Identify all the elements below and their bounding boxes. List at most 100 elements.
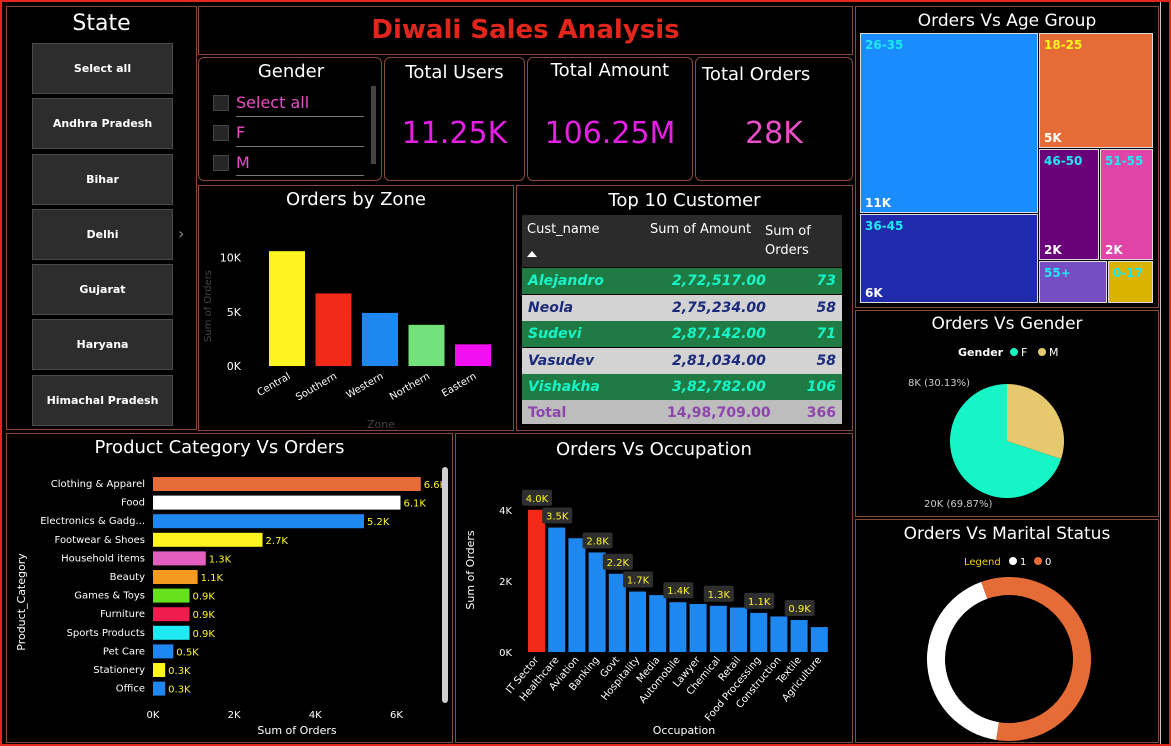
- data-label: 4.0K: [526, 494, 549, 505]
- product-category-chart: Clothing & Apparel 6.6KFood 6.1KElectronic…: [15, 477, 447, 737]
- slicer-scrollbar[interactable]: [371, 86, 376, 164]
- gender-pie-chart: Gender F M 20K (69.87%) 8K (30.13%): [908, 346, 1064, 510]
- occupation-bar: [709, 605, 727, 652]
- state-item-himachal-pradesh[interactable]: Himachal Pradesh: [32, 375, 173, 426]
- legend-marker: [1010, 348, 1018, 356]
- state-item-select-all[interactable]: Select all: [32, 43, 173, 94]
- treemap-tile-value: 5K: [1044, 131, 1062, 145]
- zone-bar: [408, 324, 445, 366]
- data-label: 0.9K: [193, 592, 216, 603]
- donut-slice: [927, 581, 999, 740]
- treemap-tile-label: 36-45: [865, 219, 904, 233]
- table-row[interactable]: Sudevi 2,87,142.00 71: [522, 321, 842, 347]
- category-bar: [153, 681, 166, 696]
- treemap-tile[interactable]: 36-45 6K: [860, 214, 1038, 303]
- data-label: 1.1K: [201, 573, 224, 584]
- checkbox-f[interactable]: [213, 125, 229, 141]
- table-header: Cust_name Sum of Amount Sum of Orders: [522, 215, 842, 267]
- total-amount-card: Total Amount 106.25M: [527, 57, 693, 181]
- gender-option-select-all-row: Select all: [211, 93, 371, 115]
- treemap-tile-value: 2K: [1105, 243, 1123, 257]
- amount-cell: 3,82,782.00: [672, 379, 766, 395]
- state-item-delhi[interactable]: Delhi: [32, 209, 173, 260]
- gender-slicer-title: Gender: [257, 61, 325, 82]
- treemap-tile[interactable]: 18-25 5K: [1039, 33, 1153, 148]
- treemap-tile[interactable]: 46-50 2K: [1039, 149, 1099, 260]
- state-item-gujarat[interactable]: Gujarat: [32, 264, 173, 315]
- total-users-card: Total Users 11.25K: [384, 57, 525, 181]
- zone-chart-title: Orders by Zone: [286, 189, 426, 210]
- y-tick-label: 0K: [499, 648, 512, 659]
- column-header-cust-name[interactable]: Cust_name: [527, 222, 600, 237]
- chart-scrollbar[interactable]: [442, 467, 448, 703]
- state-slicer-title: State: [72, 11, 131, 36]
- total-label: Total: [528, 405, 567, 421]
- treemap-tile-label: 26-35: [865, 38, 904, 52]
- cust-name-cell: Vasudev: [528, 352, 595, 369]
- zone-chart: 0K 5K 10K Central Southern Western Northern Eas…: [203, 251, 491, 430]
- table-row[interactable]: Vasudev 2,81,034.00 58: [522, 347, 842, 374]
- treemap-tile[interactable]: 26-35 11K: [860, 33, 1038, 213]
- legend-label: M: [1049, 346, 1059, 359]
- sort-ascending-icon[interactable]: [527, 251, 537, 257]
- y-axis-label: Product_Category: [15, 553, 28, 651]
- table-row[interactable]: Neola 2,75,234.00 58: [522, 294, 842, 321]
- cust-name-cell: Neola: [528, 299, 574, 316]
- y-tick-label: Sports Products: [67, 628, 145, 639]
- total-users-value: 11.25K: [401, 116, 508, 151]
- chevron-right-icon[interactable]: ›: [178, 224, 184, 243]
- x-tick-label: 4K: [309, 710, 322, 721]
- top-customer-title: Top 10 Customer: [608, 190, 761, 211]
- occupation-bar: [770, 616, 788, 652]
- occupation-bar: [629, 591, 646, 652]
- title-panel: Diwali Sales Analysis: [198, 6, 853, 55]
- state-item-bihar[interactable]: Bihar: [32, 154, 173, 205]
- product-category-panel: Product Category Vs Orders Clothing & Ap…: [6, 433, 453, 743]
- occupation-bar: [750, 612, 768, 652]
- orders-cell: 73: [816, 273, 836, 289]
- gender-option-select-all[interactable]: Select all: [236, 93, 309, 112]
- treemap-tile-label: 18-25: [1044, 38, 1083, 52]
- x-axis-label: Occupation: [653, 724, 716, 737]
- data-label: 0.5K: [176, 647, 199, 658]
- legend-marker: [1038, 348, 1046, 356]
- category-bar: [153, 663, 166, 677]
- data-label: 1.7K: [627, 576, 650, 587]
- treemap-tile-label: 46-50: [1044, 154, 1083, 168]
- y-tick-label: 10K: [220, 252, 242, 265]
- gender-option-f[interactable]: F: [236, 123, 245, 142]
- y-tick-label: 2K: [499, 577, 512, 588]
- occupation-bar: [649, 595, 667, 652]
- y-tick-label: Food: [121, 498, 145, 509]
- window-edge-divider: [1160, 2, 1161, 744]
- data-label: 1.3K: [209, 554, 232, 565]
- column-header-sum-orders[interactable]: Sum of Orders: [765, 222, 825, 260]
- checkbox-select-all[interactable]: [213, 95, 229, 111]
- state-item-haryana[interactable]: Haryana: [32, 319, 173, 370]
- checkbox-m[interactable]: [213, 155, 229, 171]
- treemap-tile[interactable]: 0-17: [1108, 261, 1153, 303]
- cust-name-cell: Alejandro: [528, 273, 604, 289]
- table-row[interactable]: Alejandro 2,72,517.00 73: [522, 268, 842, 294]
- y-tick-label: Footwear & Shoes: [55, 535, 145, 546]
- y-tick-label: Household items: [61, 553, 145, 564]
- y-axis-label: Sum of Orders: [464, 530, 477, 610]
- occupation-title: Orders Vs Occupation: [556, 439, 752, 460]
- total-orders-label: Total Orders: [702, 64, 811, 85]
- data-label: 0.9K: [788, 604, 811, 615]
- treemap-tile[interactable]: 51-55 2K: [1100, 149, 1153, 260]
- data-label: 1.3K: [708, 590, 731, 601]
- state-item-andhra-pradesh[interactable]: Andhra Pradesh: [32, 98, 173, 149]
- occupation-bar: [548, 527, 566, 652]
- total-amount-value: 106.25M: [544, 116, 676, 151]
- x-tick-label: 6K: [390, 710, 403, 721]
- amount-cell: 2,72,517.00: [672, 273, 766, 289]
- amount-cell: 2,87,142.00: [672, 326, 766, 342]
- category-bar: [153, 570, 198, 584]
- gender-option-m[interactable]: M: [236, 153, 250, 172]
- y-tick-label: 4K: [499, 506, 512, 517]
- treemap-tile[interactable]: 55+: [1039, 261, 1107, 303]
- y-tick-label: Games & Toys: [74, 591, 145, 602]
- table-row[interactable]: Vishakha 3,82,782.00 106: [522, 374, 842, 400]
- column-header-sum-amount[interactable]: Sum of Amount: [650, 222, 751, 237]
